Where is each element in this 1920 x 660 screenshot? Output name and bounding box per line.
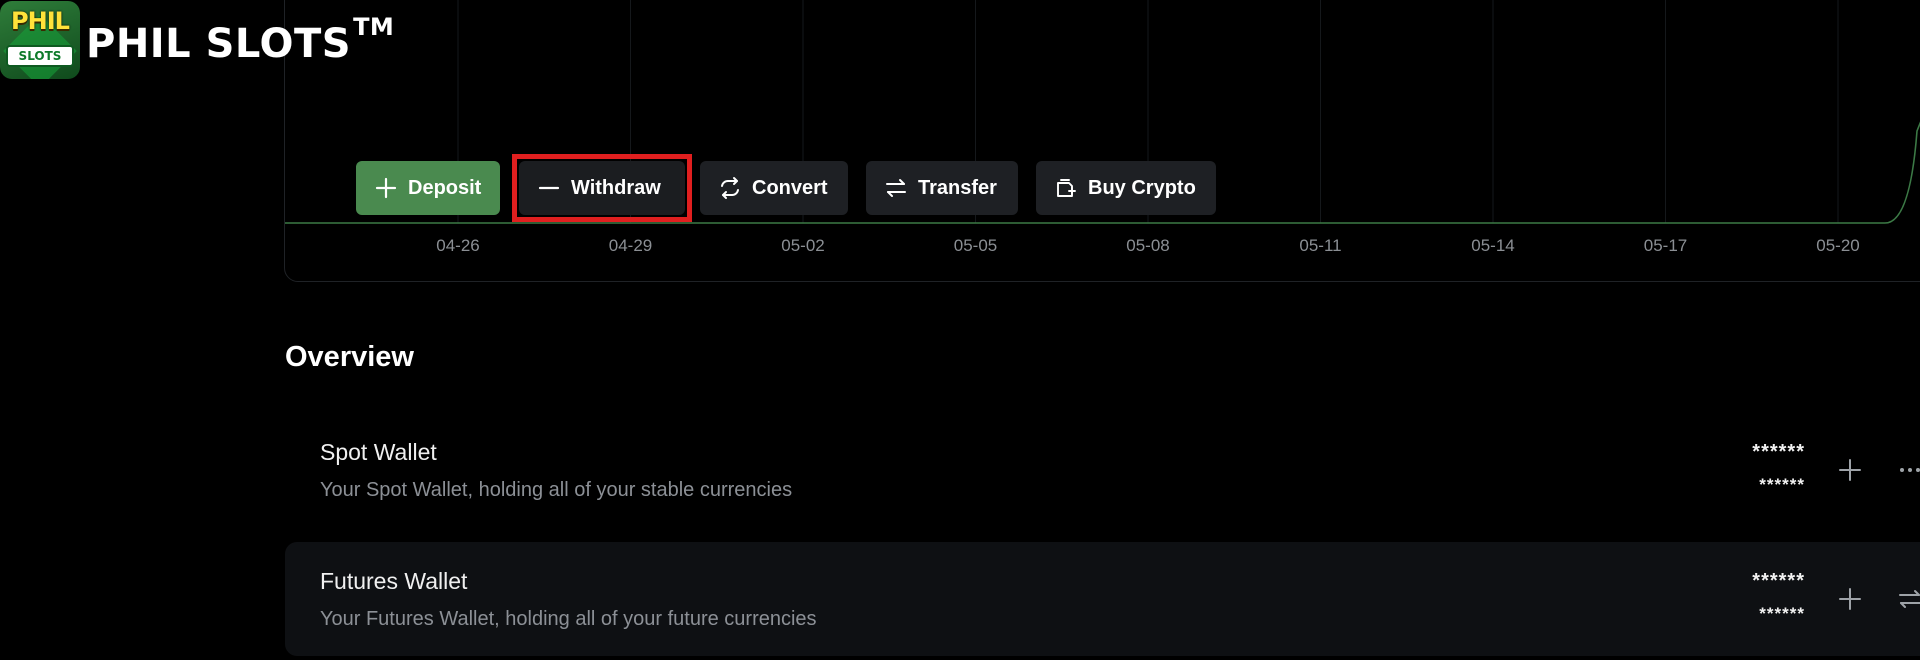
plus-icon[interactable] — [1835, 584, 1865, 614]
convert-label: Convert — [752, 176, 828, 199]
x-tick-label: 05-05 — [954, 236, 997, 255]
logo-slots-text: SLOTS — [6, 45, 74, 67]
deposit-button[interactable]: Deposit — [356, 161, 500, 215]
futures-wallet-row[interactable]: Futures Wallet Your Futures Wallet, hold… — [285, 542, 1920, 656]
wallet-balance-secondary: ****** — [1759, 475, 1805, 494]
withdraw-button[interactable]: Withdraw — [519, 161, 685, 215]
x-tick-label: 05-14 — [1471, 236, 1514, 255]
x-tick-label: 04-29 — [609, 236, 652, 255]
brand-name-text: PHIL SLOTS — [86, 21, 352, 67]
x-tick-label: 05-17 — [1644, 236, 1687, 255]
logo-phil-text: PHIL — [11, 7, 70, 35]
plus-icon[interactable] — [1835, 455, 1865, 485]
x-tick-label: 05-02 — [781, 236, 824, 255]
buy-crypto-icon — [1054, 176, 1078, 200]
withdraw-label: Withdraw — [571, 176, 661, 199]
plus-icon — [374, 176, 398, 200]
wallet-balance-primary: ****** — [1752, 441, 1805, 463]
overview-title: Overview — [285, 341, 414, 373]
wallet-description: Your Futures Wallet, holding all of your… — [320, 608, 817, 630]
convert-button[interactable]: Convert — [700, 161, 848, 215]
wallet-actions: Deposit Withdraw Convert Transfer Buy Cr… — [356, 154, 1234, 222]
phil-slots-logo: PHIL SLOTS — [0, 1, 80, 79]
balance-chart-panel: 04-26 04-29 05-02 05-05 05-08 05-11 05-14 05-17… — [284, 0, 1920, 282]
x-tick-label: 05-08 — [1126, 236, 1169, 255]
transfer-label: Transfer — [918, 176, 997, 199]
brand-name: PHIL SLOTSTM — [86, 13, 394, 67]
brand-watermark: PHIL SLOTS PHIL SLOTSTM — [0, 0, 394, 80]
x-tick-label: 05-11 — [1299, 236, 1341, 255]
wallet-description: Your Spot Wallet, holding all of your st… — [320, 479, 793, 501]
buy-crypto-button[interactable]: Buy Crypto — [1036, 161, 1216, 215]
wallet-balance-primary: ****** — [1752, 570, 1805, 592]
wallet-name: Spot Wallet — [320, 439, 437, 465]
transfer-icon — [884, 176, 908, 200]
transfer-button[interactable]: Transfer — [866, 161, 1018, 215]
x-tick-label: 04-26 — [436, 236, 479, 255]
withdraw-highlight-box: Withdraw — [512, 154, 692, 222]
trademark: TM — [353, 13, 395, 41]
minus-icon — [537, 176, 561, 200]
more-icon[interactable] — [1895, 455, 1920, 485]
convert-icon — [718, 176, 742, 200]
buy-crypto-label: Buy Crypto — [1088, 176, 1196, 199]
x-tick-label: 05-20 — [1816, 236, 1859, 255]
transfer-icon[interactable] — [1895, 584, 1920, 614]
deposit-label: Deposit — [408, 176, 482, 199]
balance-chart: 04-26 04-29 05-02 05-05 05-08 05-11 05-14 05-17… — [285, 0, 1920, 255]
wallet-name: Futures Wallet — [320, 568, 468, 594]
wallet-balance-secondary: ****** — [1759, 604, 1805, 623]
spot-wallet-row[interactable]: Spot Wallet Your Spot Wallet, holding al… — [285, 413, 1920, 527]
